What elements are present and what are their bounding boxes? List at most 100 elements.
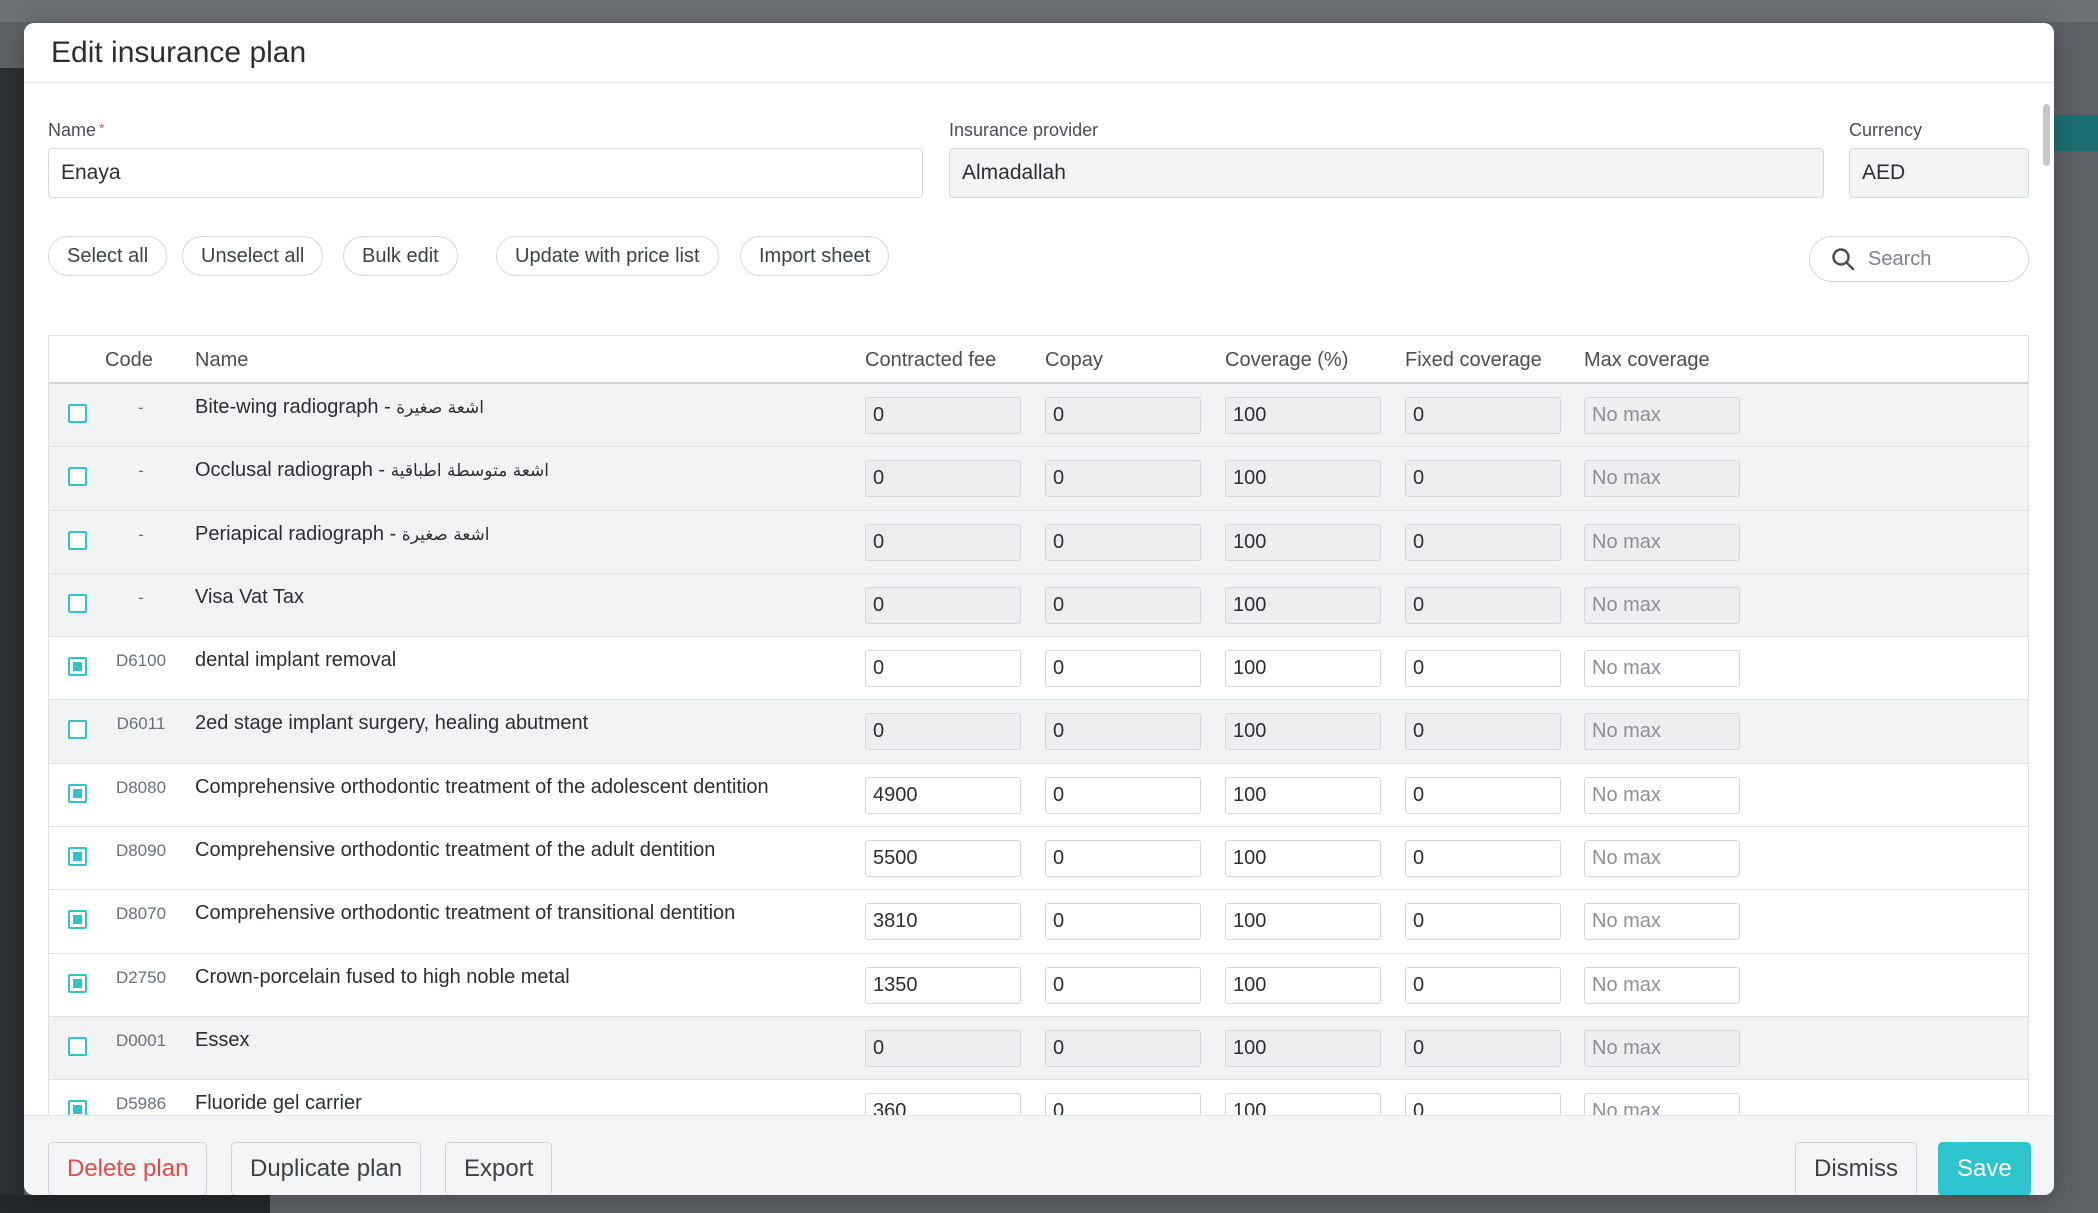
copay-input[interactable]: 0: [1045, 1029, 1201, 1067]
max-coverage-input[interactable]: No max: [1584, 903, 1740, 941]
coverage-input[interactable]: 100: [1225, 903, 1381, 941]
contracted-fee-input[interactable]: 0: [865, 397, 1021, 434]
row-checkbox-icon[interactable]: [68, 847, 87, 867]
max-coverage-input[interactable]: No max: [1584, 397, 1740, 434]
fixed-coverage-input[interactable]: 0: [1405, 460, 1561, 498]
coverage-input[interactable]: 100: [1225, 1029, 1381, 1067]
fixed-coverage-input[interactable]: 0: [1405, 1093, 1561, 1115]
modal-body[interactable]: Name * Enaya Insurance provider Almadalla…: [24, 84, 2054, 1115]
update-with-price-list-button[interactable]: Update with price list: [496, 236, 719, 276]
row-checkbox-icon[interactable]: [68, 783, 87, 803]
contracted-fee-input[interactable]: 4900: [865, 776, 1021, 814]
bulk-edit-button[interactable]: Bulk edit: [343, 236, 458, 276]
copay-input[interactable]: 0: [1045, 776, 1201, 814]
row-checkbox-icon[interactable]: [68, 530, 87, 550]
coverage-input[interactable]: 100: [1225, 713, 1381, 751]
contracted-fee-input[interactable]: 1350: [865, 966, 1021, 1004]
row-checkbox-icon[interactable]: [68, 910, 87, 930]
fixed-coverage-input[interactable]: 0: [1405, 650, 1561, 688]
contracted-fee-input[interactable]: 0: [865, 713, 1021, 751]
row-checkbox-icon[interactable]: [68, 973, 87, 993]
table-row[interactable]: D8090 Comprehensive orthodontic treatment…: [49, 827, 2028, 891]
contracted-fee-input[interactable]: 0: [865, 460, 1021, 498]
coverage-input[interactable]: 100: [1225, 650, 1381, 688]
coverage-input[interactable]: 100: [1225, 840, 1381, 878]
save-button[interactable]: Save: [1938, 1142, 2031, 1195]
max-coverage-input[interactable]: No max: [1584, 840, 1740, 878]
select-all-button[interactable]: Select all: [48, 236, 168, 276]
coverage-input[interactable]: 100: [1225, 966, 1381, 1004]
coverage-input[interactable]: 100: [1225, 1093, 1381, 1115]
contracted-fee-input[interactable]: 0: [865, 650, 1021, 688]
copay-input[interactable]: 0: [1045, 523, 1201, 561]
name-input[interactable]: Enaya: [48, 148, 923, 198]
max-coverage-input[interactable]: No max: [1584, 776, 1740, 814]
contracted-fee-input[interactable]: 360: [865, 1093, 1021, 1115]
duplicate-plan-button[interactable]: Duplicate plan: [231, 1142, 422, 1195]
fixed-coverage-input[interactable]: 0: [1405, 523, 1561, 561]
copay-input[interactable]: 0: [1045, 713, 1201, 751]
coverage-input[interactable]: 100: [1225, 776, 1381, 814]
fixed-coverage-input[interactable]: 0: [1405, 776, 1561, 814]
row-checkbox-icon[interactable]: [68, 593, 87, 613]
scrollbar-thumb[interactable]: [2043, 104, 2050, 166]
import-sheet-button[interactable]: Import sheet: [740, 236, 890, 276]
table-row[interactable]: D6011 2ed stage implant surgery, healing …: [49, 700, 2028, 764]
contracted-fee-input[interactable]: 0: [865, 523, 1021, 561]
copay-input[interactable]: 0: [1045, 903, 1201, 941]
copay-input[interactable]: 0: [1045, 840, 1201, 878]
max-coverage-input[interactable]: No max: [1584, 1029, 1740, 1067]
copay-input[interactable]: 0: [1045, 1093, 1201, 1115]
row-checkbox-icon[interactable]: [68, 720, 87, 740]
export-button[interactable]: Export: [445, 1142, 553, 1195]
table-row[interactable]: D8080 Comprehensive orthodontic treatment…: [49, 763, 2028, 828]
max-coverage-input[interactable]: No max: [1584, 523, 1740, 561]
provider-input[interactable]: Almadallah: [949, 148, 1824, 198]
coverage-input[interactable]: 100: [1225, 460, 1381, 498]
max-coverage-input[interactable]: No max: [1584, 586, 1740, 624]
fixed-coverage-input[interactable]: 0: [1405, 840, 1561, 878]
fixed-coverage-input[interactable]: 0: [1405, 397, 1561, 434]
max-coverage-input[interactable]: No max: [1584, 713, 1740, 751]
dismiss-button[interactable]: Dismiss: [1795, 1142, 1917, 1195]
table-row[interactable]: D2750 Crown-porcelain fused to high noble…: [49, 953, 2028, 1017]
unselect-all-button[interactable]: Unselect all: [182, 236, 324, 276]
contracted-fee-input[interactable]: 0: [865, 1029, 1021, 1067]
search-input[interactable]: Search: [1809, 236, 2029, 282]
fixed-coverage-input[interactable]: 0: [1405, 1029, 1561, 1067]
copay-input[interactable]: 0: [1045, 397, 1201, 434]
table-row[interactable]: - Periapical radiograph - اشعة صغيرة 0 0 100…: [49, 510, 2028, 574]
row-checkbox-icon[interactable]: [68, 1036, 87, 1056]
copay-input[interactable]: 0: [1045, 966, 1201, 1004]
copay-input[interactable]: 0: [1045, 460, 1201, 498]
copay-input[interactable]: 0: [1045, 650, 1201, 688]
table-row[interactable]: D5986 Fluoride gel carrier 360 0 100 0 No max: [49, 1080, 2028, 1115]
coverage-input[interactable]: 100: [1225, 586, 1381, 624]
row-checkbox-icon[interactable]: [68, 1100, 87, 1115]
delete-plan-button[interactable]: Delete plan: [48, 1142, 208, 1195]
max-coverage-input[interactable]: No max: [1584, 460, 1740, 498]
coverage-input[interactable]: 100: [1225, 523, 1381, 561]
row-checkbox-icon[interactable]: [68, 657, 87, 677]
table-row[interactable]: - Bite-wing radiograph - اشعة صغيرة 0 0 100 0…: [49, 384, 2028, 448]
fixed-coverage-input[interactable]: 0: [1405, 903, 1561, 941]
fixed-coverage-input[interactable]: 0: [1405, 586, 1561, 624]
table-row[interactable]: - Visa Vat Tax 0 0 100 0 No max: [49, 573, 2028, 638]
contracted-fee-input[interactable]: 0: [865, 586, 1021, 624]
contracted-fee-input[interactable]: 3810: [865, 903, 1021, 941]
max-coverage-input[interactable]: No max: [1584, 1093, 1740, 1115]
max-coverage-input[interactable]: No max: [1584, 650, 1740, 688]
contracted-fee-input[interactable]: 5500: [865, 840, 1021, 878]
copay-input[interactable]: 0: [1045, 586, 1201, 624]
currency-input[interactable]: AED: [1849, 148, 2029, 198]
row-checkbox-icon[interactable]: [68, 467, 87, 487]
table-row[interactable]: D0001 Essex 0 0 100 0 No max: [49, 1016, 2028, 1081]
row-checkbox-icon[interactable]: [68, 404, 87, 423]
fixed-coverage-input[interactable]: 0: [1405, 966, 1561, 1004]
table-row[interactable]: D8070 Comprehensive orthodontic treatment…: [49, 890, 2028, 954]
fixed-coverage-input[interactable]: 0: [1405, 713, 1561, 751]
table-row[interactable]: D6100 dental implant removal 0 0 100 0 No max: [49, 637, 2028, 701]
coverage-input[interactable]: 100: [1225, 397, 1381, 434]
table-row[interactable]: - Occlusal radiograph - اشعة متوسطة اطباق…: [49, 447, 2028, 511]
max-coverage-input[interactable]: No max: [1584, 966, 1740, 1004]
